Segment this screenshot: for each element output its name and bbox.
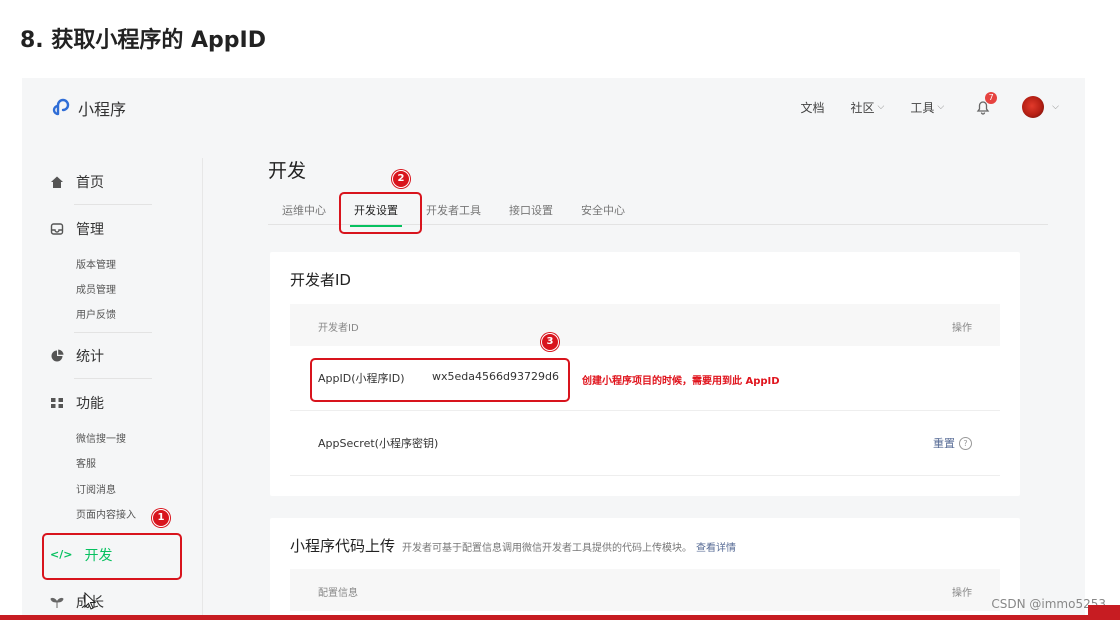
column-header: 配置信息	[318, 588, 358, 599]
sidebar-subitem-members[interactable]: 成员管理	[76, 281, 116, 296]
inbox-icon	[50, 223, 64, 235]
table-header: 开发者ID 操作	[290, 304, 1000, 346]
description-text: 开发者可基于配置信息调用微信开发者工具提供的代码上传模块。	[402, 543, 692, 554]
nav-community[interactable]: 社区 ⌵	[850, 99, 884, 116]
logo-text: 小程序	[78, 100, 127, 119]
sidebar-subitem-subscribe[interactable]: 订阅消息	[76, 481, 116, 496]
nav-docs-label: 文档	[800, 100, 825, 115]
annotation-marker-2: 2	[392, 170, 410, 188]
nav-docs[interactable]: 文档	[800, 99, 824, 116]
slide-corner-accent	[1088, 605, 1120, 615]
annotation-box-appid	[310, 358, 570, 402]
notification-bell[interactable]: 7	[974, 92, 998, 116]
chevron-down-icon: ⌵	[937, 102, 945, 112]
sidebar-item-stats[interactable]: 统计	[50, 346, 104, 366]
sidebar-subitem-versions[interactable]: 版本管理	[76, 256, 116, 271]
annotation-note: 创建小程序项目的时候，需要用到此 AppID	[582, 376, 780, 387]
top-nav: 文档 社区 ⌵ 工具 ⌵ 7 ⌵	[774, 92, 1059, 118]
mouse-cursor-icon	[84, 592, 97, 610]
sidebar-item-label: 首页	[76, 175, 104, 191]
column-header: 操作	[952, 323, 972, 334]
column-header: 操作	[952, 588, 972, 599]
sidebar-divider	[202, 158, 203, 618]
sidebar-subitem-page-content[interactable]: 页面内容接入	[76, 506, 136, 521]
annotation-marker-3: 3	[541, 333, 559, 351]
help-icon[interactable]: ?	[959, 436, 972, 450]
appsecret-label: AppSecret(小程序密钥)	[318, 437, 439, 450]
sprout-icon	[50, 597, 64, 608]
slide-title: 8. 获取小程序的 AppID	[20, 28, 266, 53]
reset-label: 重置	[933, 437, 955, 450]
pie-chart-icon	[51, 349, 64, 362]
avatar[interactable]	[1022, 96, 1045, 118]
card-description: 开发者可基于配置信息调用微信开发者工具提供的代码上传模块。 查看详情	[402, 539, 736, 554]
sidebar-item-home[interactable]: 首页	[50, 172, 104, 192]
table-row-appsecret: AppSecret(小程序密钥) 重置 ?	[290, 411, 1000, 476]
nav-community-label: 社区	[850, 100, 875, 115]
divider	[74, 378, 152, 379]
slide-bottom-bar	[0, 615, 1120, 620]
miniprogram-logo-icon	[52, 98, 70, 116]
annotation-box-dev-settings	[339, 192, 422, 234]
detail-link[interactable]: 查看详情	[696, 543, 736, 554]
page-title: 开发	[268, 160, 307, 182]
card-title: 小程序代码上传	[290, 537, 396, 555]
card-title: 开发者ID	[290, 271, 351, 289]
logo[interactable]: 小程序	[50, 96, 126, 120]
divider	[74, 204, 152, 205]
sidebar-item-label: 统计	[76, 349, 104, 365]
grid-icon	[51, 398, 63, 408]
annotation-marker-1: 1	[152, 509, 170, 527]
divider	[74, 332, 152, 333]
notification-badge: 7	[985, 92, 998, 104]
sidebar-item-label: 管理	[76, 222, 104, 238]
sidebar-item-manage[interactable]: 管理	[50, 219, 104, 239]
home-icon	[51, 176, 63, 188]
sidebar-subitem-customer-service[interactable]: 客服	[76, 455, 96, 470]
sidebar-subitem-feedback[interactable]: 用户反馈	[76, 306, 116, 321]
chevron-down-icon[interactable]: ⌵	[1052, 102, 1059, 112]
top-bar: 小程序 文档 社区 ⌵ 工具 ⌵ 7 ⌵	[22, 78, 1085, 138]
nav-tools-label: 工具	[910, 100, 935, 115]
code-upload-card: 小程序代码上传 开发者可基于配置信息调用微信开发者工具提供的代码上传模块。 查看详…	[270, 518, 1020, 618]
nav-tools[interactable]: 工具 ⌵	[910, 99, 944, 116]
reset-link[interactable]: 重置 ?	[933, 435, 972, 451]
column-header: 开发者ID	[318, 323, 359, 334]
sidebar-subitem-search[interactable]: 微信搜一搜	[76, 430, 126, 445]
chevron-down-icon: ⌵	[877, 102, 885, 112]
table-header: 配置信息 操作	[290, 569, 1000, 611]
annotation-box-develop	[42, 533, 182, 580]
sidebar-item-features[interactable]: 功能	[50, 393, 104, 413]
sidebar-item-label: 功能	[76, 396, 104, 412]
